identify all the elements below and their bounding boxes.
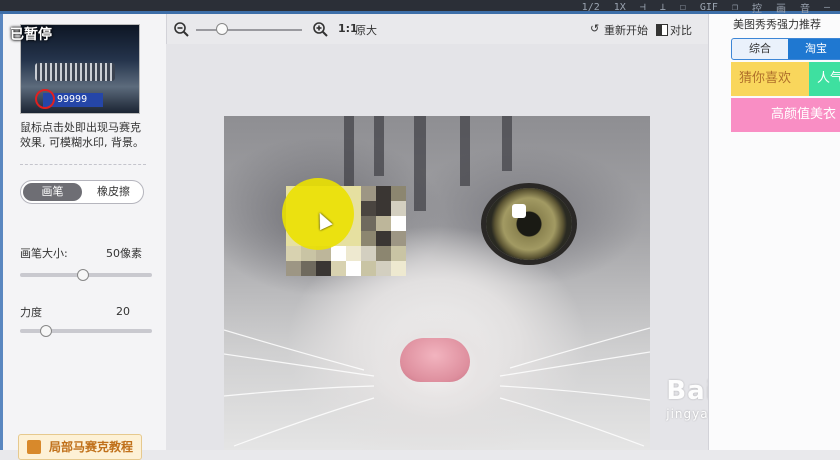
gif-button[interactable]: GIF xyxy=(700,2,718,13)
tab-comprehensive[interactable]: 综合 xyxy=(732,39,788,59)
tool-description: 鼠标点击处即出现马赛克效果, 可模糊水印, 背景。 xyxy=(20,121,144,149)
editing-canvas[interactable] xyxy=(166,44,708,450)
page-indicator[interactable]: 1/2 xyxy=(582,2,600,13)
brush-size-label: 画笔大小: xyxy=(20,247,68,260)
tutorial-label: 局部马赛克教程 xyxy=(49,440,134,454)
cat-photo[interactable] xyxy=(224,116,650,450)
strength-value: 20 xyxy=(116,305,130,318)
restart-button[interactable]: 重新开始 xyxy=(604,22,648,38)
promo-popular[interactable]: 人气 xyxy=(809,62,840,96)
promo-guess-you-like[interactable]: 猜你喜欢 xyxy=(731,62,817,96)
compare-icon[interactable] xyxy=(656,24,668,36)
minimize-button[interactable]: – xyxy=(824,2,830,13)
tutorial-link[interactable]: 局部马赛克教程 xyxy=(18,434,142,460)
eraser-mode-button[interactable]: 橡皮擦 xyxy=(84,181,143,203)
book-icon xyxy=(27,440,41,454)
canvas-toolbar: 1:1 原大 ↺ 重新开始 对比 xyxy=(166,14,708,44)
actual-size-button[interactable]: 原大 xyxy=(355,22,377,38)
title-bar: 1/2 1X ⊣ ⊥ ☐ GIF ❐ 控 画 音 – xyxy=(0,0,840,15)
copy-icon[interactable]: ❐ xyxy=(732,2,738,13)
zoom-handle[interactable] xyxy=(216,23,228,35)
window-icon[interactable]: ☐ xyxy=(680,2,686,13)
speed-button[interactable]: 1X xyxy=(614,2,626,13)
tab-taobao[interactable]: 淘宝 xyxy=(788,39,840,59)
step-icon[interactable]: ⊥ xyxy=(660,2,666,13)
brush-mode-button[interactable]: 画笔 xyxy=(23,183,82,201)
restart-icon[interactable]: ↺ xyxy=(590,22,599,35)
highlight-circle xyxy=(35,89,55,109)
draw-button[interactable]: 画 xyxy=(776,0,786,15)
recommendation-tabs[interactable]: 综合 淘宝 xyxy=(731,38,840,60)
promo-fashion[interactable]: 高颜值美衣 xyxy=(731,98,840,132)
zoom-out-icon[interactable] xyxy=(174,22,189,37)
recommendation-title: 美图秀秀强力推荐 xyxy=(733,18,821,31)
control-button[interactable]: 控 xyxy=(752,0,762,15)
strength-label: 力度 xyxy=(20,306,42,319)
compare-button[interactable]: 对比 xyxy=(670,22,692,38)
brush-size-handle[interactable] xyxy=(77,269,90,281)
car-grille xyxy=(35,63,115,81)
zoom-in-icon[interactable] xyxy=(313,22,328,37)
zoom-slider[interactable] xyxy=(196,29,302,31)
cat-whiskers xyxy=(224,327,650,447)
mode-toggle[interactable]: 画笔 橡皮擦 xyxy=(20,180,144,204)
sound-button[interactable]: 音 xyxy=(800,0,810,15)
divider xyxy=(20,164,146,165)
paused-overlay: 已暂停 xyxy=(10,27,52,43)
recommendation-panel: 美图秀秀强力推荐 综合 淘宝 猜你喜欢 人气 高颜值美衣 xyxy=(708,14,840,450)
player-controls: 1/2 1X ⊣ ⊥ ☐ GIF ❐ 控 画 音 – xyxy=(582,0,830,15)
mosaic-tool-panel: 99999 鼠标点击处即出现马赛克效果, 可模糊水印, 背景。 画笔 橡皮擦 画… xyxy=(0,14,167,460)
strength-handle[interactable] xyxy=(40,325,53,337)
window-left-edge xyxy=(0,14,3,450)
step-back-icon[interactable]: ⊣ xyxy=(640,2,646,13)
brush-size-value: 50像素 xyxy=(106,247,142,260)
